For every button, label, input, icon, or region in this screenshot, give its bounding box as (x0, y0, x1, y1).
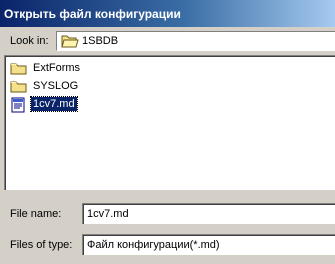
list-item-label: SYSLOG (33, 80, 79, 92)
list-item-1cv7-md[interactable]: 1cv7.md (9, 96, 129, 113)
file-name-label: File name: (10, 208, 62, 220)
dialog-title: Открыть файл конфигурации (4, 7, 181, 21)
folder-icon (10, 61, 28, 78)
look-in-label: Look in: (10, 35, 49, 47)
files-of-type-label: Files of type: (10, 239, 73, 251)
list-item-syslog[interactable]: SYSLOG (9, 78, 129, 94)
folder-icon (10, 79, 28, 96)
file-name-input[interactable]: 1cv7.md (82, 203, 335, 224)
folder-open-icon (61, 34, 79, 51)
files-of-type-dropdown[interactable]: Файл конфигурации(*.md) (82, 234, 335, 255)
look-in-dropdown[interactable]: 1SBDB (56, 31, 335, 51)
files-of-type-value: Файл конфигурации(*.md) (87, 239, 220, 251)
list-item-extforms[interactable]: ExtForms (9, 60, 129, 76)
list-item-label: ExtForms (33, 62, 81, 74)
file-name-value: 1cv7.md (87, 208, 129, 220)
md-file-icon (10, 97, 28, 116)
title-bar[interactable]: Открыть файл конфигурации (0, 0, 335, 27)
file-list[interactable]: ExtForms SYSLOG 1cv7.md (4, 55, 335, 190)
list-item-label: 1cv7.md (30, 96, 78, 112)
look-in-value: 1SBDB (82, 35, 119, 47)
